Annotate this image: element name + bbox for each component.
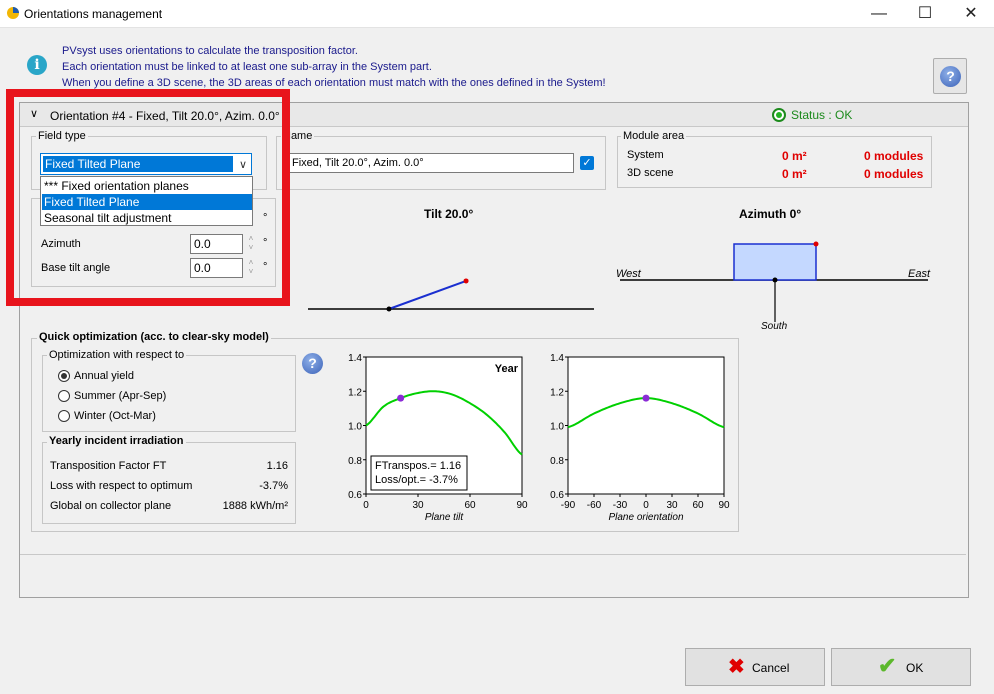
- plot-area: [567, 356, 725, 495]
- cancel-x-icon: ✖: [728, 656, 745, 678]
- ok-check-icon: ✔: [878, 653, 897, 678]
- module-row-area: 0 m²: [782, 149, 807, 163]
- y-tick-label: 0.8: [550, 456, 564, 467]
- maximize-button[interactable]: ☐: [902, 0, 948, 28]
- y-tick-label: 1.0: [348, 422, 362, 433]
- window-title: Orientations management: [24, 7, 163, 21]
- module-row-count: 0 modules: [864, 149, 924, 163]
- help-button[interactable]: ?: [933, 58, 967, 94]
- pivot-point: [386, 306, 392, 312]
- yearly-row-value: 1.16: [266, 460, 288, 472]
- x-tick-label: -30: [613, 500, 628, 511]
- radio-label: Summer (Apr-Sep): [74, 390, 167, 402]
- x-tick-label: 90: [516, 500, 528, 511]
- x-tick-label: -90: [561, 500, 576, 511]
- y-tick-label: 1.2: [550, 387, 564, 398]
- azimuth-corner-point: [813, 241, 819, 247]
- module-row-label: System: [627, 149, 664, 161]
- question-icon: ?: [940, 66, 961, 87]
- azimuth-diagram-title: Azimuth 0°: [739, 207, 802, 221]
- module-row-label: 3D scene: [627, 167, 674, 179]
- y-tick-label: 0.6: [348, 490, 362, 501]
- quick-opt-legend: Quick optimization (acc. to clear-sky mo…: [37, 331, 271, 343]
- name-checkbox[interactable]: ✓: [580, 156, 594, 170]
- module-row-count: 0 modules: [864, 167, 924, 181]
- tilt-tip-point: [463, 278, 469, 284]
- annotation-text: FTranspos.= 1.16: [375, 460, 461, 472]
- status-ok-icon: [772, 108, 786, 122]
- x-axis-label: Plane orientation: [608, 512, 683, 523]
- orientation-name-input[interactable]: [288, 153, 574, 173]
- x-axis-label: Plane tilt: [425, 512, 465, 523]
- yearly-legend: Yearly incident irradiation: [47, 435, 186, 447]
- info-line: Each orientation must be linked to at le…: [62, 61, 432, 73]
- south-label: South: [761, 321, 788, 332]
- x-tick-label: 0: [643, 500, 649, 511]
- cancel-button[interactable]: ✖ Cancel: [685, 648, 825, 686]
- radio-label: Annual yield: [74, 370, 134, 382]
- tilt-diagram-title: Tilt 20.0°: [424, 207, 474, 221]
- annotation-text: Loss/opt.= -3.7%: [375, 474, 458, 486]
- question-icon[interactable]: ?: [302, 353, 323, 374]
- east-label: East: [908, 268, 931, 280]
- info-icon: i: [27, 55, 47, 75]
- module-row-area: 0 m²: [782, 167, 807, 181]
- current-marker: [642, 394, 650, 402]
- ok-label: OK: [906, 661, 924, 675]
- radio-summer[interactable]: [58, 390, 70, 402]
- info-text: PVsyst uses orientations to calculate th…: [62, 43, 606, 91]
- y-tick-label: 1.4: [348, 353, 362, 364]
- orientation-chart: 0.60.81.01.21.4-90 -60 -30 0 30 60 90Plane ori…: [550, 353, 730, 523]
- azimuth-center-point: [772, 277, 778, 283]
- current-marker: [397, 394, 405, 402]
- y-tick-label: 1.4: [550, 353, 564, 364]
- x-tick-label: 60: [692, 500, 704, 511]
- x-tick-label: 30: [412, 500, 424, 511]
- cancel-label: Cancel: [752, 661, 790, 675]
- x-tick-label: 0: [363, 500, 369, 511]
- yearly-row-value: 1888 kWh/m²: [222, 500, 288, 512]
- radio-label: Winter (Oct-Mar): [74, 410, 156, 422]
- azimuth-plane: [733, 243, 817, 281]
- info-line: PVsyst uses orientations to calculate th…: [62, 45, 358, 57]
- tilt-diagram: [308, 278, 594, 312]
- yearly-row-label: Transposition Factor FT: [50, 460, 167, 472]
- radio-annual[interactable]: [58, 370, 70, 382]
- yearly-row-label: Global on collector plane: [50, 500, 172, 512]
- y-tick-label: 0.8: [348, 456, 362, 467]
- close-button[interactable]: ✕: [948, 0, 994, 28]
- ok-button[interactable]: ✔ OK: [831, 648, 971, 686]
- yearly-row-value: -3.7%: [259, 480, 288, 492]
- red-highlight-box: [6, 89, 290, 306]
- module-area-legend: Module area: [621, 130, 687, 142]
- pvsyst-logo-icon: [7, 7, 19, 19]
- y-tick-label: 1.2: [348, 387, 362, 398]
- title-bar: Orientations management — ☐ ✕: [0, 0, 994, 28]
- yearly-row-label: Loss with respect to optimum: [50, 480, 193, 492]
- west-label: West: [616, 268, 641, 280]
- radio-winter[interactable]: [58, 410, 70, 422]
- y-tick-label: 1.0: [550, 422, 564, 433]
- x-tick-label: 30: [666, 500, 678, 511]
- x-tick-label: 90: [718, 500, 730, 511]
- tilt-chart: 0.6 0.8 1.0 1.2 1.4 0 30 60 90 Plane tilt Year FTra…: [348, 353, 528, 523]
- x-tick-label: -60: [587, 500, 602, 511]
- tilt-plane-line: [388, 280, 467, 310]
- status-text: Status : OK: [791, 108, 853, 122]
- opt-respect-legend: Optimization with respect to: [47, 349, 187, 361]
- chart-corner-label: Year: [495, 363, 519, 375]
- x-tick-label: 60: [464, 500, 476, 511]
- minimize-button[interactable]: —: [856, 0, 902, 28]
